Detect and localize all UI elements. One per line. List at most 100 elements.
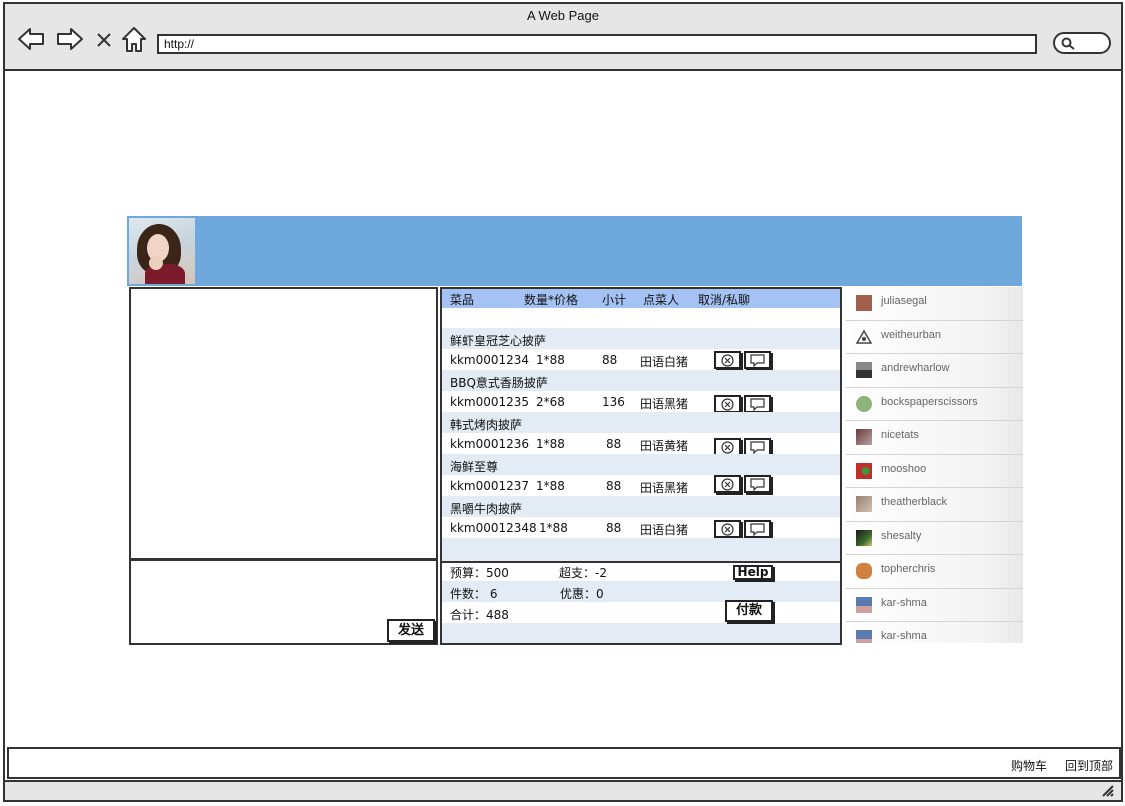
budget-label: 预算：500 [450,566,509,580]
item-count-label: 件数： 6 [450,587,498,601]
user-list-item[interactable]: kar-shma [846,588,1023,622]
browser-toolbar: A Web Page http:// [5,4,1121,71]
user-name: topherchris [881,563,936,575]
over-budget-label: 超支：-2 [559,566,607,580]
col-subtotal: 小计 [602,293,627,307]
cancel-icon [721,441,734,454]
chat-bubble-icon [750,441,765,454]
private-chat-button[interactable] [744,351,771,369]
user-avatar-icon [856,429,872,445]
pay-button[interactable]: 付款 [725,600,773,622]
order-panel: 菜品 数量*价格 小计 点菜人 取消/私聊 鲜虾皇冠芝心披萨 kkm000123… [440,287,842,645]
order-item-qty-price: 2*68 [536,395,565,409]
chat-bubble-icon [750,398,765,411]
help-button[interactable]: Help [733,565,773,580]
back-to-top-link[interactable]: 回到顶部 [1065,757,1113,774]
page-title: A Web Page [526,8,600,23]
stop-icon[interactable] [93,24,115,54]
cancel-icon [721,478,734,491]
private-chat-button[interactable] [744,395,771,413]
bottom-nav: 购物车 回到顶部 [7,747,1121,779]
user-name: weitheurban [881,328,941,341]
order-item-code: kkm0001237 [450,479,530,493]
order-item-qty-price: 1*88 [536,353,565,367]
col-action: 取消/私聊 [698,293,751,307]
user-list-item[interactable]: nicetats [846,421,1023,455]
profile-header [127,216,1022,286]
chat-bubble-icon [750,354,765,367]
private-chat-button[interactable] [744,520,771,538]
resize-grip-icon[interactable] [1101,784,1115,798]
user-name: theatherblack [881,496,948,508]
forward-icon[interactable] [55,24,85,54]
user-avatar-icon [856,395,872,412]
send-button[interactable]: 发送 [387,619,435,642]
cancel-button[interactable] [714,395,741,413]
order-item-name: 韩式烤肉披萨 [450,418,523,432]
cancel-button[interactable] [714,520,741,538]
order-table-header: 菜品 数量*价格 小计 点菜人 取消/私聊 [442,289,840,308]
user-list-item[interactable]: andrewharlow [846,354,1023,388]
order-item-code: kkm0001235 [450,395,530,409]
cancel-icon [721,398,734,411]
order-item-code: kkm0001234 [450,353,530,367]
address-bar[interactable]: http:// [157,34,1037,54]
order-item-code: kkm00012348 [450,521,537,535]
user-name: nicetats [881,429,919,441]
order-item-qty-price: 1*88 [539,521,568,535]
home-icon[interactable] [119,24,149,54]
order-item-orderer: 田语黑猪 [640,481,689,495]
col-item: 菜品 [450,293,475,307]
search-icon [1061,37,1075,50]
user-name: bockspaperscissors [881,395,978,408]
order-item-name: 黑嚼牛肉披萨 [450,502,523,516]
total-label: 合计：488 [450,608,509,622]
avatar[interactable] [129,218,195,284]
user-avatar-icon [856,496,872,512]
user-list-item[interactable]: weitheurban [846,320,1023,354]
order-item-subtotal: 88 [606,521,622,535]
order-item-orderer: 田语黑猪 [640,397,689,411]
back-icon[interactable] [16,24,46,54]
cancel-button[interactable] [714,475,741,493]
chat-input[interactable]: 发送 [129,559,438,645]
user-name: shesalty [881,529,922,542]
order-item-subtotal: 88 [606,479,622,493]
col-orderer: 点菜人 [643,293,680,307]
user-list-item[interactable]: kar-shma [846,622,1023,643]
user-list-item[interactable]: bockspaperscissors [846,387,1023,421]
cancel-icon [721,354,734,367]
user-list-item[interactable]: juliasegal [846,287,1023,321]
search-box[interactable] [1053,32,1111,54]
user-avatar-icon [856,362,872,378]
user-list-item[interactable]: mooshoo [846,454,1023,488]
discount-label: 优惠：0 [560,587,604,601]
cancel-icon [721,523,734,536]
user-avatar-icon [856,295,872,311]
order-item-subtotal: 88 [606,437,622,451]
user-avatar-icon [856,462,872,479]
status-bar [5,780,1121,800]
order-item-name: 海鲜至尊 [450,460,499,474]
order-item-orderer: 田语白猪 [640,523,689,537]
user-list-item[interactable]: shesalty [846,521,1023,555]
col-qty-price: 数量*价格 [524,293,579,307]
cancel-button[interactable] [714,351,741,369]
user-avatar-icon [856,596,872,613]
order-item-orderer: 田语黄猪 [640,439,689,453]
user-list-item[interactable]: theatherblack [846,488,1023,522]
order-item-qty-price: 1*88 [536,437,565,451]
chat-messages-area [129,287,438,560]
user-name: andrewharlow [881,362,950,374]
user-list-item[interactable]: topherchris [846,555,1023,589]
order-item-name: 鲜虾皇冠芝心披萨 [450,334,547,348]
cart-link[interactable]: 购物车 [1011,757,1047,774]
user-name: juliasegal [881,295,927,307]
user-name: kar-shma [881,596,927,609]
user-list: juliasegal weitheurban andrewharlow bock… [846,287,1023,643]
private-chat-button[interactable] [744,475,771,493]
order-item-subtotal: 136 [602,395,625,409]
user-avatar-icon [856,630,872,643]
chat-bubble-icon [750,478,765,491]
order-item-orderer: 田语白猪 [640,355,689,369]
